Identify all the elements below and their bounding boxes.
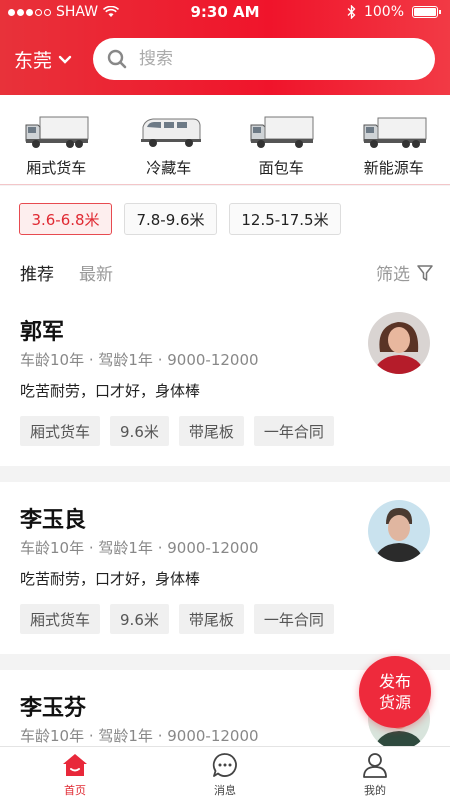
driver-tag: 一年合同 — [253, 416, 334, 446]
search-icon — [107, 49, 127, 69]
chevron-down-icon — [58, 55, 72, 64]
box-truck-icon — [363, 117, 426, 148]
tab-recommend[interactable]: 推荐 — [20, 260, 54, 285]
driver-meta: 车龄10年 · 驾龄1年 · 9000-12000 — [20, 727, 259, 745]
van-icon — [140, 118, 201, 147]
driver-name: 李玉芬 — [20, 696, 87, 721]
tab-mine-label: 我的 — [364, 784, 386, 797]
battery-icon — [412, 6, 441, 18]
status-bar: SHAW 9:30 AM 100% — [0, 0, 450, 24]
driver-card[interactable]: 李玉良 车龄10年 · 驾龄1年 · 9000-12000 吃苦耐劳，口才好，身… — [0, 482, 450, 654]
driver-tag: 厢式货车 — [20, 604, 101, 634]
driver-name: 郭军 — [20, 320, 65, 345]
vehicle-type-refrigerated[interactable]: 冷藏车 — [113, 95, 226, 185]
driver-tag: 厢式货车 — [20, 416, 101, 446]
vehicle-type-minibus[interactable]: 面包车 — [225, 95, 338, 185]
driver-name: 李玉良 — [20, 508, 87, 533]
message-icon — [212, 753, 237, 777]
vehicle-type-label: 新能源车 — [363, 159, 424, 177]
vehicle-type-row: 厢式货车 冷藏车 面包车 新能源车 — [0, 95, 450, 185]
city-selector[interactable]: 东莞 — [14, 46, 72, 73]
tab-latest[interactable]: 最新 — [79, 260, 113, 285]
search-bar[interactable] — [93, 38, 435, 80]
driver-tag: 带尾板 — [178, 604, 244, 634]
battery-percent: 100% — [363, 4, 404, 20]
driver-meta: 车龄10年 · 驾龄1年 · 9000-12000 — [20, 351, 259, 369]
vehicle-type-new-energy[interactable]: 新能源车 — [338, 95, 450, 185]
fab-label-line1: 发布 — [378, 672, 411, 691]
publish-cargo-button[interactable]: 发布 货源 — [359, 656, 431, 728]
tab-messages[interactable]: 消息 — [150, 747, 300, 800]
tab-mine[interactable]: 我的 — [300, 747, 450, 800]
vehicle-type-label: 冷藏车 — [146, 159, 192, 177]
home-icon — [63, 754, 87, 776]
tab-messages-label: 消息 — [214, 784, 236, 797]
filter-label: 筛选 — [376, 265, 410, 285]
size-chip-7.8-9.6[interactable]: 7.8-9.6米 — [124, 203, 217, 235]
box-truck-icon — [25, 116, 89, 148]
tab-home[interactable]: 首页 — [0, 747, 150, 800]
bottom-tab-bar: 首页 消息 我的 — [0, 746, 450, 800]
driver-tag: 带尾板 — [178, 416, 244, 446]
vehicle-type-label: 面包车 — [258, 159, 304, 177]
driver-tag: 9.6米 — [110, 604, 169, 634]
driver-avatar — [368, 312, 430, 374]
driver-description: 吃苦耐劳，口才好，身体棒 — [20, 382, 201, 400]
list-tabs: 推荐 最新 筛选 — [0, 250, 450, 294]
driver-tag: 一年合同 — [253, 604, 334, 634]
box-truck-icon — [250, 116, 314, 148]
vehicle-type-box-truck[interactable]: 厢式货车 — [0, 95, 113, 185]
search-input[interactable] — [139, 49, 399, 69]
size-filter-row: 3.6-6.8米 7.8-9.6米 12.5-17.5米 — [0, 186, 450, 250]
bluetooth-icon — [347, 5, 356, 19]
driver-card[interactable]: 郭军 车龄10年 · 驾龄1年 · 9000-12000 吃苦耐劳，口才好，身体… — [0, 294, 450, 466]
vehicle-type-label: 厢式货车 — [26, 159, 87, 177]
city-label: 东莞 — [14, 50, 53, 72]
size-chip-3.6-6.8[interactable]: 3.6-6.8米 — [19, 203, 112, 235]
driver-tags: 厢式货车 9.6米 带尾板 一年合同 — [20, 416, 334, 446]
size-chip-12.5-17.5[interactable]: 12.5-17.5米 — [229, 203, 341, 235]
driver-description: 吃苦耐劳，口才好，身体棒 — [20, 570, 201, 588]
header: SHAW 9:30 AM 100% 东莞 — [0, 0, 450, 95]
user-icon — [363, 753, 387, 778]
driver-tag: 9.6米 — [110, 416, 169, 446]
driver-tags: 厢式货车 9.6米 带尾板 一年合同 — [20, 604, 334, 634]
funnel-icon — [417, 264, 433, 281]
tab-home-label: 首页 — [64, 784, 86, 797]
fab-label-line2: 货源 — [378, 693, 411, 712]
driver-meta: 车龄10年 · 驾龄1年 · 9000-12000 — [20, 539, 259, 557]
driver-avatar — [368, 500, 430, 562]
filter-button[interactable]: 筛选 — [376, 260, 434, 285]
